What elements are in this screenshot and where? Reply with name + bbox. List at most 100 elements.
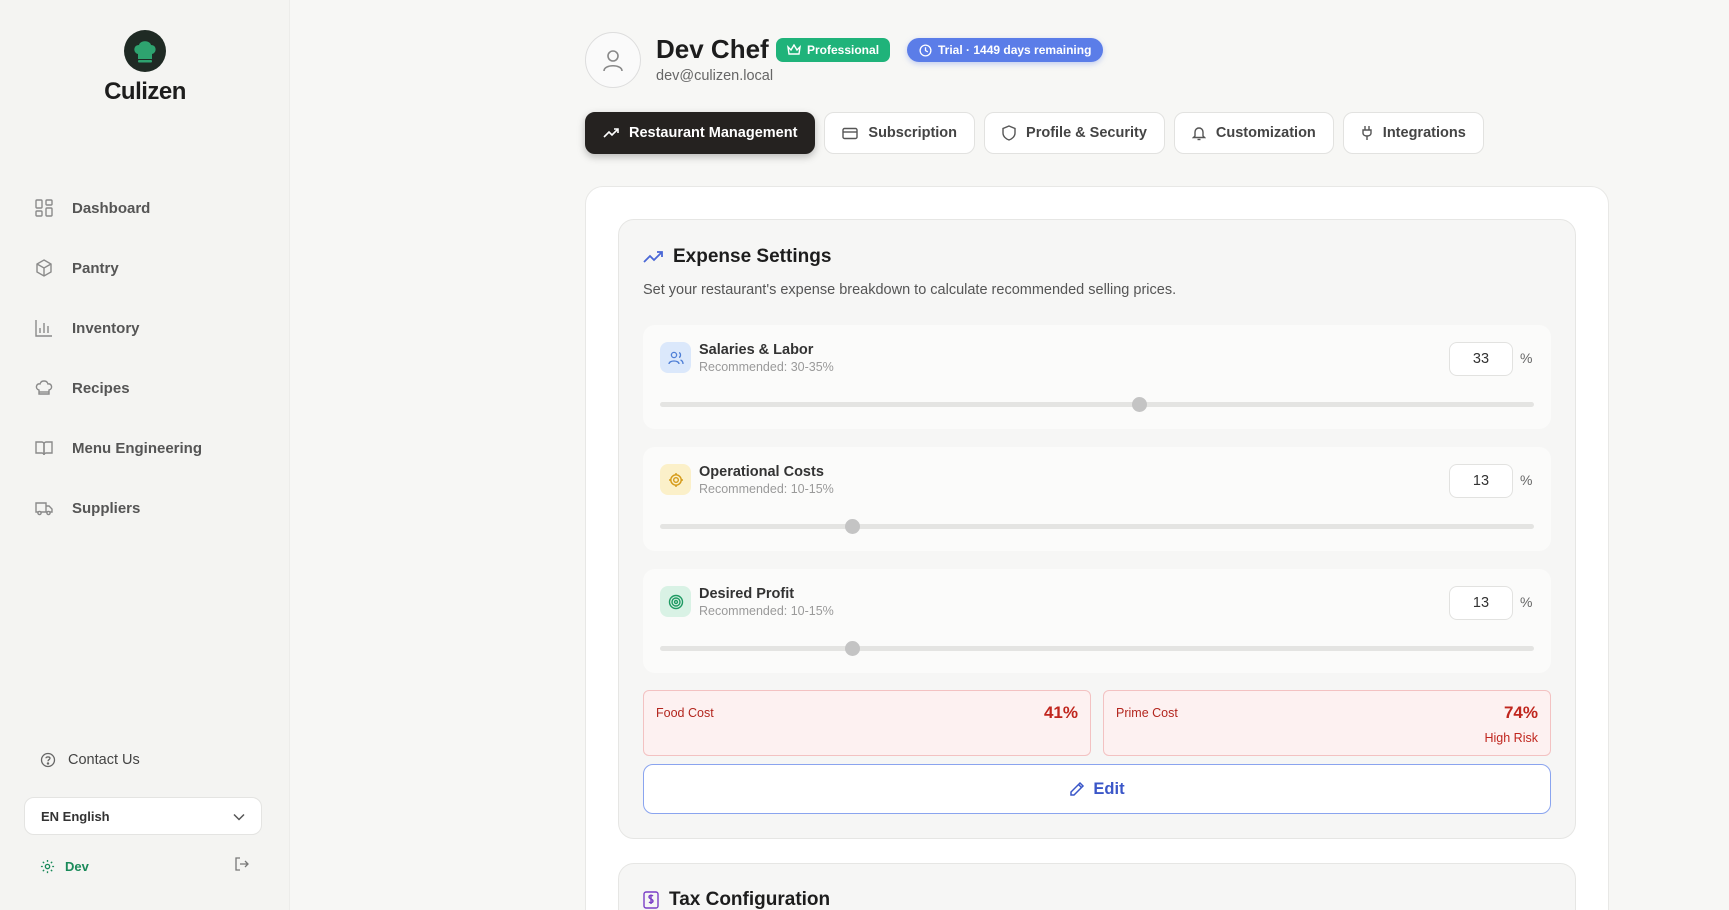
- tab-customization[interactable]: Customization: [1173, 112, 1334, 154]
- chef-hat-icon: [34, 378, 54, 398]
- slider-thumb[interactable]: [1131, 397, 1147, 412]
- tab-restaurant-management[interactable]: Restaurant Management: [585, 112, 816, 154]
- settings-cog-icon: [660, 464, 691, 495]
- sidebar-item-label: Inventory: [72, 319, 140, 337]
- expense-row-operational: Operational Costs Recommended: 10-15% %: [643, 447, 1551, 551]
- truck-icon: [34, 498, 54, 518]
- slider-thumb[interactable]: [845, 519, 861, 534]
- sidebar: Culizen Dashboard Pantry Inventory Recip…: [0, 0, 290, 910]
- target-icon: [660, 586, 691, 617]
- dashboard-icon: [34, 198, 54, 218]
- trial-badge: Trial · 1449 days remaining: [907, 38, 1104, 62]
- sidebar-item-pantry[interactable]: Pantry: [34, 238, 202, 298]
- plug-icon: [1362, 126, 1372, 140]
- bell-icon: [1191, 127, 1206, 141]
- trending-up-icon: [643, 251, 663, 263]
- tab-subscription[interactable]: Subscription: [824, 112, 976, 154]
- profit-slider[interactable]: [660, 641, 1534, 656]
- expense-settings-title: Expense Settings: [643, 246, 831, 268]
- sidebar-nav: Dashboard Pantry Inventory Recipes Menu …: [34, 178, 202, 538]
- sidebar-item-label: Pantry: [72, 259, 119, 277]
- crown-icon: [787, 44, 801, 55]
- edit-button[interactable]: Edit: [643, 764, 1551, 814]
- tab-label: Customization: [1215, 125, 1316, 141]
- plan-badge-label: Professional: [807, 43, 880, 57]
- sidebar-item-menu-engineering[interactable]: Menu Engineering: [34, 418, 202, 478]
- edit-label: Edit: [1093, 779, 1125, 798]
- percent-unit: %: [1520, 594, 1533, 610]
- package-icon: [34, 258, 54, 278]
- gear-icon: [40, 859, 55, 874]
- sidebar-item-label: Dashboard: [72, 199, 151, 217]
- shield-icon: [1002, 125, 1016, 141]
- sidebar-item-dashboard[interactable]: Dashboard: [34, 178, 202, 238]
- user-name: Dev Chef: [656, 34, 769, 64]
- risk-label: High Risk: [1484, 731, 1539, 745]
- expense-recommended: Recommended: 10-15%: [699, 482, 834, 496]
- logo[interactable]: Culizen: [0, 30, 290, 106]
- receipt-icon: [643, 891, 659, 909]
- settings-tabs: Restaurant Management Subscription Profi…: [585, 112, 1484, 154]
- pencil-icon: [1070, 781, 1085, 796]
- trial-badge-label: Trial · 1449 days remaining: [938, 43, 1092, 57]
- sidebar-item-recipes[interactable]: Recipes: [34, 358, 202, 418]
- user-settings-link[interactable]: Dev: [40, 859, 89, 874]
- salaries-percent-input[interactable]: [1449, 342, 1513, 376]
- expense-settings-title-text: Expense Settings: [673, 246, 832, 267]
- user-row: Dev: [40, 856, 250, 877]
- operational-slider[interactable]: [660, 519, 1534, 534]
- expense-name: Operational Costs: [699, 464, 824, 480]
- contact-us-label: Contact Us: [68, 752, 140, 768]
- sidebar-item-inventory[interactable]: Inventory: [34, 298, 202, 358]
- prime-cost-label: Prime Cost: [1116, 706, 1178, 720]
- credit-card-icon: [842, 127, 859, 139]
- expense-name: Salaries & Labor: [699, 342, 814, 358]
- avatar[interactable]: [585, 32, 641, 88]
- food-cost-value: 41%: [1043, 703, 1078, 722]
- plan-badge: Professional: [776, 38, 891, 62]
- expense-row-profit: Desired Profit Recommended: 10-15% %: [643, 569, 1551, 673]
- sidebar-item-label: Suppliers: [72, 499, 141, 517]
- user-label: Dev: [65, 859, 89, 874]
- profit-percent-input[interactable]: [1449, 586, 1513, 620]
- sidebar-item-label: Menu Engineering: [72, 439, 203, 457]
- language-value: EN English: [41, 808, 110, 824]
- bar-chart-icon: [34, 318, 54, 338]
- language-select[interactable]: EN English: [24, 797, 262, 835]
- percent-unit: %: [1520, 350, 1533, 366]
- tax-configuration-title: Tax Configuration: [643, 889, 830, 910]
- chevron-down-icon: [233, 809, 245, 824]
- logout-icon[interactable]: [234, 856, 250, 877]
- user-email: dev@culizen.local: [656, 68, 774, 84]
- tab-label: Subscription: [868, 125, 958, 141]
- operational-percent-input[interactable]: [1449, 464, 1513, 498]
- prime-cost-value: 74%: [1503, 703, 1538, 722]
- tab-label: Integrations: [1382, 125, 1466, 141]
- expense-name: Desired Profit: [699, 586, 795, 602]
- sidebar-item-suppliers[interactable]: Suppliers: [34, 478, 202, 538]
- help-circle-icon: [40, 752, 56, 768]
- user-icon: [603, 50, 623, 72]
- users-icon: [660, 342, 691, 373]
- contact-us-link[interactable]: Contact Us: [40, 752, 140, 768]
- food-cost-label: Food Cost: [656, 706, 714, 720]
- expense-row-salaries: Salaries & Labor Recommended: 30-35% %: [643, 325, 1551, 429]
- expense-recommended: Recommended: 30-35%: [699, 360, 834, 374]
- tab-label: Profile & Security: [1026, 125, 1147, 141]
- trending-up-icon: [603, 128, 619, 138]
- tab-integrations[interactable]: Integrations: [1342, 112, 1484, 154]
- percent-unit: %: [1520, 472, 1533, 488]
- tax-title-text: Tax Configuration: [669, 889, 831, 910]
- sidebar-item-label: Recipes: [72, 379, 130, 397]
- tab-label: Restaurant Management: [629, 125, 798, 141]
- chef-hat-logo-icon: [124, 30, 166, 72]
- expense-recommended: Recommended: 10-15%: [699, 604, 834, 618]
- book-icon: [34, 438, 54, 458]
- slider-thumb[interactable]: [845, 641, 861, 656]
- expense-settings-description: Set your restaurant's expense breakdown …: [643, 282, 1177, 298]
- salaries-slider[interactable]: [660, 397, 1534, 412]
- clock-icon: [919, 43, 932, 57]
- tab-profile-security[interactable]: Profile & Security: [984, 112, 1165, 154]
- food-cost-card: Food Cost 41%: [643, 690, 1091, 756]
- app-name: Culizen: [104, 78, 186, 105]
